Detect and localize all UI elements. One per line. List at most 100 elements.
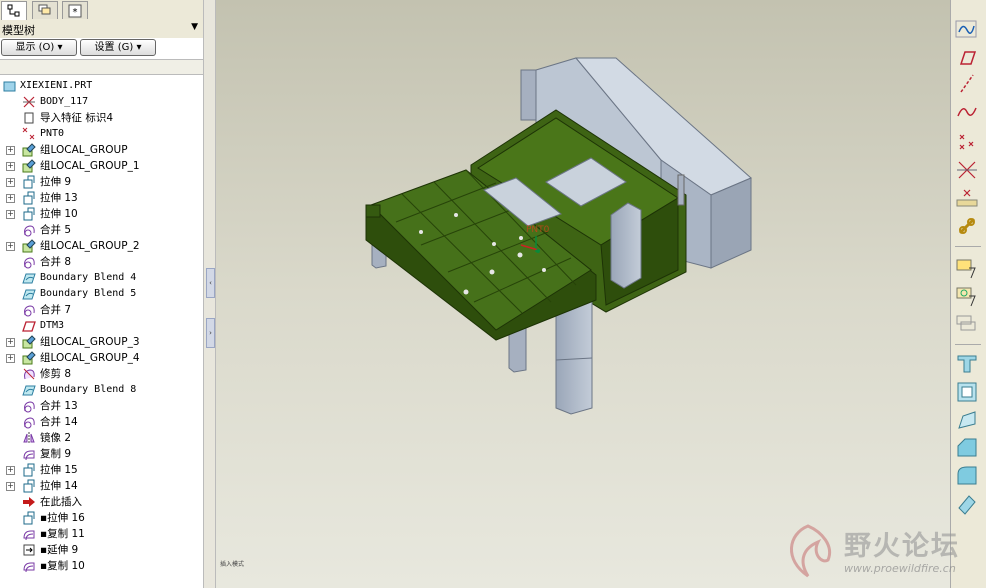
tree-item-label: 组LOCAL_GROUP_3	[40, 336, 140, 348]
tree-item[interactable]: 合并 7	[0, 302, 203, 318]
datum-curve-icon[interactable]	[955, 18, 979, 42]
tree-item-label: 拉伸 9	[40, 176, 72, 188]
analysis-feature-icon[interactable]	[955, 284, 979, 308]
expand-icon[interactable]: +	[6, 162, 15, 171]
extrude-icon	[23, 175, 35, 189]
merge-icon	[24, 257, 35, 269]
tree-item[interactable]: 导入特征 标识4	[0, 110, 203, 126]
expand-icon[interactable]: +	[6, 482, 15, 491]
offset-point-icon[interactable]	[955, 158, 979, 182]
expand-icon[interactable]: +	[6, 210, 15, 219]
extrude-icon	[23, 479, 35, 493]
field-point-icon[interactable]	[955, 186, 979, 210]
tree-item[interactable]: + 拉伸 15	[0, 462, 203, 478]
sketched-curve-icon[interactable]	[955, 100, 979, 124]
tree-item[interactable]: XIEXIENI.PRT	[0, 78, 203, 94]
tree-item[interactable]: + 组LOCAL_GROUP_3	[0, 334, 203, 350]
reference-feature-icon[interactable]	[955, 312, 979, 336]
show-button[interactable]: 显示 (O) ▾	[1, 39, 77, 56]
tree-item[interactable]: 镜像 2	[0, 430, 203, 446]
rib-tool-icon[interactable]	[955, 492, 979, 516]
tree-item-label: 合并 13	[40, 400, 78, 412]
tree-item[interactable]: ▪复制 10	[0, 558, 203, 574]
tree-item-label: Boundary Blend 8	[40, 384, 137, 395]
expand-icon[interactable]: +	[6, 178, 15, 187]
tree-item[interactable]: DTM3	[0, 318, 203, 334]
tree-item[interactable]: + 拉伸 14	[0, 478, 203, 494]
merge-icon	[24, 417, 35, 429]
expand-icon[interactable]: +	[6, 466, 15, 475]
tree-item[interactable]: 合并 14	[0, 414, 203, 430]
tree-item[interactable]: Boundary Blend 8	[0, 382, 203, 398]
copy-icon	[23, 530, 35, 541]
datum-plane-tool-icon[interactable]	[955, 46, 979, 70]
tree-item[interactable]: + 组LOCAL_GROUP_2	[0, 238, 203, 254]
tree-item[interactable]: 修剪 8	[0, 366, 203, 382]
tree-item-label: 合并 8	[40, 256, 72, 268]
tree-item[interactable]: + 拉伸 10	[0, 206, 203, 222]
tree-item-label: ▪拉伸 16	[40, 512, 85, 524]
tree-item-label: 拉伸 10	[40, 208, 78, 220]
panel-splitter[interactable]: ‹ ›	[203, 0, 216, 588]
coordinate-system-icon[interactable]	[955, 214, 979, 238]
datum-axis-icon[interactable]	[955, 72, 979, 96]
tree-header: 模型树 ▼	[0, 20, 203, 38]
tab-favorites[interactable]: *	[62, 1, 88, 19]
tree-item[interactable]: 合并 5	[0, 222, 203, 238]
tree-item-label: 拉伸 15	[40, 464, 78, 476]
tree-item[interactable]: + 拉伸 13	[0, 190, 203, 206]
sketch-tool-icon[interactable]	[955, 256, 979, 280]
tree-icon	[7, 4, 20, 17]
tree-item[interactable]: BODY_117	[0, 94, 203, 110]
tree-item[interactable]: + 拉伸 9	[0, 174, 203, 190]
tree-item[interactable]: ▪复制 11	[0, 526, 203, 542]
datum-point-icon[interactable]	[955, 130, 979, 154]
tree-column-header	[0, 59, 203, 75]
watermark-title: 野火论坛	[844, 531, 960, 562]
tree-item[interactable]: ▪拉伸 16	[0, 510, 203, 526]
tree-item-label: 拉伸 13	[40, 192, 78, 204]
expand-icon[interactable]: +	[6, 194, 15, 203]
chamfer-tool-icon[interactable]	[955, 436, 979, 460]
collapse-left-icon[interactable]: ‹	[206, 268, 215, 298]
merge-icon	[24, 305, 35, 317]
tree-item-label: 修剪 8	[40, 368, 72, 380]
tree-item-label: 导入特征 标识4	[40, 112, 114, 124]
expand-icon[interactable]: +	[6, 338, 15, 347]
tree-item[interactable]: + 组LOCAL_GROUP_1	[0, 158, 203, 174]
tree-item[interactable]: Boundary Blend 4	[0, 270, 203, 286]
expand-icon[interactable]: +	[6, 354, 15, 363]
tree-item[interactable]: 在此插入	[0, 494, 203, 510]
draft-tool-icon[interactable]	[955, 408, 979, 432]
graphics-viewport[interactable]: PNT0 插入模式	[216, 0, 950, 588]
tree-item[interactable]: 合并 13	[0, 398, 203, 414]
tree-item-label: 镜像 2	[40, 432, 72, 444]
shell-tool-icon[interactable]	[955, 380, 979, 404]
expand-icon[interactable]: +	[6, 242, 15, 251]
tree-item-label: 组LOCAL_GROUP_4	[40, 352, 140, 364]
tree-item[interactable]: Boundary Blend 5	[0, 286, 203, 302]
insert-here-arrow-icon	[23, 497, 35, 507]
model-tree-panel: * 模型树 ▼ 显示 (O) ▾ 设置 (G) ▾ XIEXIENI.PRT BO…	[0, 0, 204, 588]
expand-icon[interactable]: +	[6, 146, 15, 155]
status-text: 插入模式	[220, 561, 245, 568]
tree-item[interactable]: 合并 8	[0, 254, 203, 270]
extrude-icon	[23, 511, 35, 525]
tree-menu-arrow-icon[interactable]: ▼	[191, 22, 198, 32]
tab-layers[interactable]	[32, 1, 58, 19]
extrude-tool-icon[interactable]	[955, 352, 979, 376]
settings-button[interactable]: 设置 (G) ▾	[80, 39, 156, 56]
tree-item[interactable]: + 组LOCAL_GROUP	[0, 142, 203, 158]
tree-item-label: ▪复制 10	[40, 560, 85, 572]
round-tool-icon[interactable]	[955, 464, 979, 488]
tree-item[interactable]: + 组LOCAL_GROUP_4	[0, 350, 203, 366]
tree-item[interactable]: ▪延伸 9	[0, 542, 203, 558]
copy-icon	[23, 562, 35, 573]
tree-item[interactable]: PNT0	[0, 126, 203, 142]
forum-watermark: 野火论坛 www.proewildfire.cn	[778, 520, 983, 582]
tree-item[interactable]: 复制 9	[0, 446, 203, 462]
expand-right-icon[interactable]: ›	[206, 318, 215, 348]
import-feature-icon	[24, 112, 34, 124]
tab-model-tree[interactable]	[1, 1, 27, 21]
tree-item-label: ▪延伸 9	[40, 544, 79, 556]
